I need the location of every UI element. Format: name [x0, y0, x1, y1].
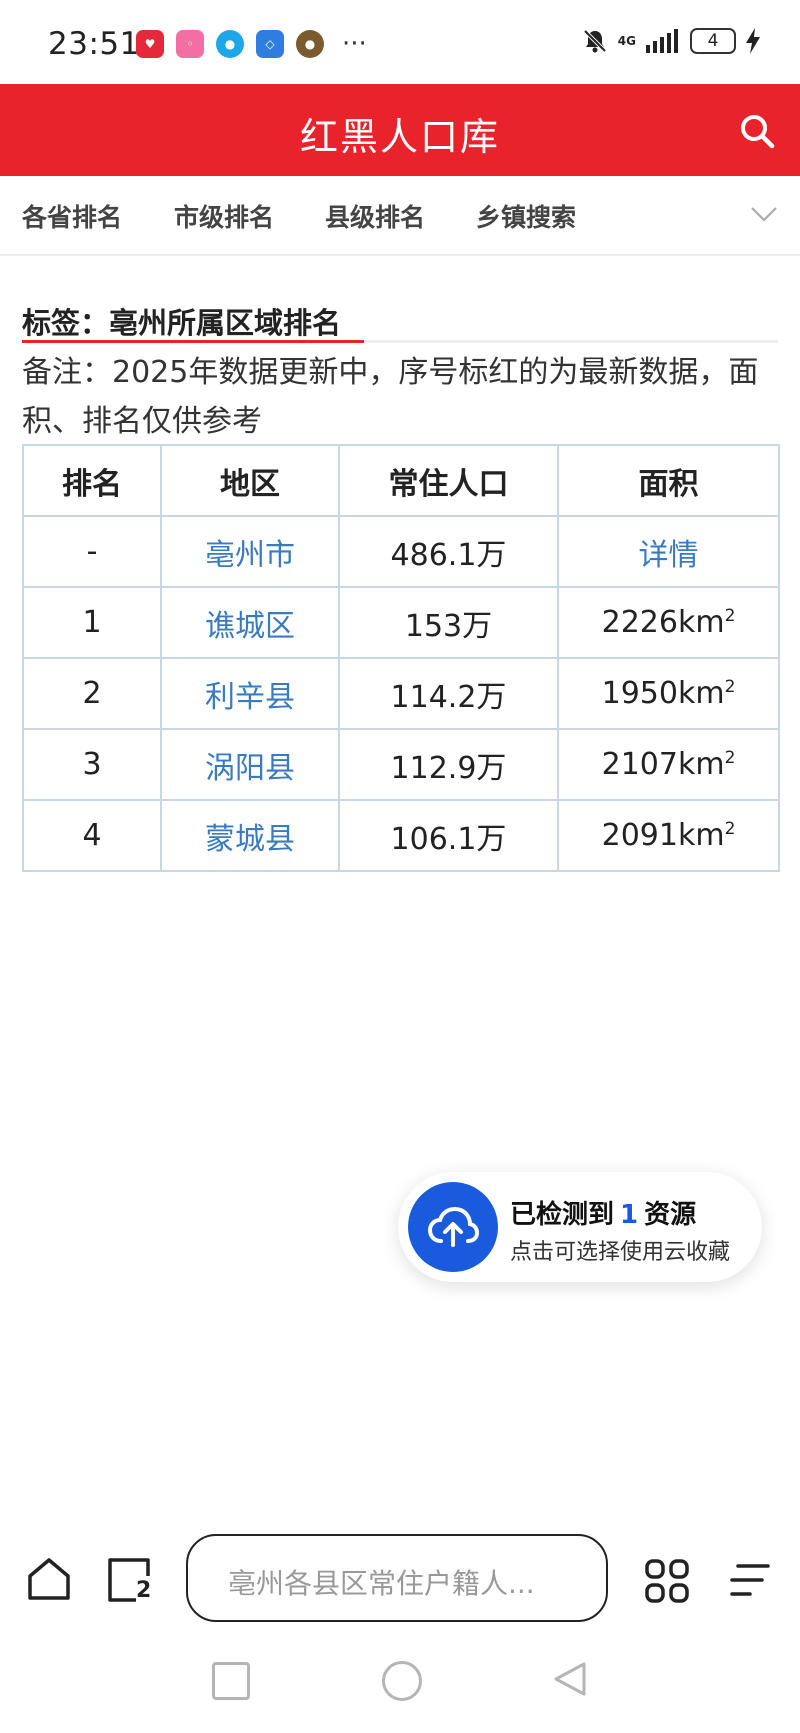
region-link[interactable]: 谯城区	[160, 586, 340, 659]
note-text: 备注：2025年数据更新中，序号标红的为最新数据，面积、排名仅供参考	[22, 355, 759, 439]
battery-indicator: 4	[690, 28, 736, 54]
more-notifications-icon: ···	[342, 29, 367, 59]
cell-population: 112.9万	[338, 728, 559, 801]
cell-population: 153万	[338, 586, 559, 659]
cell-rank: 2	[22, 657, 162, 730]
network-type: 4G	[617, 34, 636, 48]
cell-area: 1950km2	[557, 657, 780, 730]
cell-area: 2226km2	[557, 586, 780, 659]
tab-town-search[interactable]: 乡镇搜索	[476, 198, 576, 234]
recent-apps-icon[interactable]	[212, 1662, 250, 1700]
home-icon[interactable]	[26, 1556, 72, 1602]
region-link[interactable]: 蒙城县	[160, 799, 340, 872]
cell-rank: 1	[22, 586, 162, 659]
cell-area: 2091km2	[557, 799, 780, 872]
cloud-resource-banner[interactable]: 已检测到 1 资源 点击可选择使用云收藏	[398, 1172, 762, 1282]
banner-subtitle: 点击可选择使用云收藏	[510, 1240, 731, 1265]
banner-title: 已检测到 1 资源	[510, 1200, 697, 1230]
chevron-down-icon[interactable]	[750, 204, 778, 224]
tag-divider	[364, 340, 778, 343]
tabs-count: 2	[136, 1578, 152, 1603]
cell-population: 486.1万	[338, 515, 559, 588]
region-link[interactable]: 利辛县	[160, 657, 340, 730]
tab-county-rank[interactable]: 县级排名	[325, 198, 425, 234]
table-header-row: 排名 地区 常住人口 面积	[22, 444, 780, 517]
table-row: 1 谯城区 153万 2226km2	[22, 586, 780, 659]
mute-bell-icon	[583, 29, 607, 53]
cell-rank: -	[22, 515, 162, 588]
table-row: 2 利辛县 114.2万 1950km2	[22, 657, 780, 730]
column-header-area: 面积	[557, 444, 780, 517]
browser-bottom-bar: 2 亳州各县区常住户籍人...	[0, 1520, 800, 1640]
tab-city-rank[interactable]: 市级排名	[174, 198, 274, 234]
tag-underline	[22, 340, 364, 343]
system-navigation-bar	[0, 1648, 800, 1733]
column-header-region: 地区	[160, 444, 340, 517]
ranking-table: 排名 地区 常住人口 面积 - 亳州市 486.1万 详情 1 谯城区 153万…	[22, 444, 780, 872]
cloud-upload-icon	[408, 1182, 498, 1272]
app-notification-icon: ♥	[136, 30, 164, 58]
column-header-rank: 排名	[22, 444, 162, 517]
app-notification-icon: ●	[216, 30, 244, 58]
cell-population: 114.2万	[338, 657, 559, 730]
app-header: 红黑人口库	[0, 84, 800, 176]
category-tabs: 各省排名 市级排名 县级排名 乡镇搜索	[0, 176, 800, 256]
app-notification-icon: ◇	[256, 30, 284, 58]
signal-icon	[646, 29, 678, 53]
charging-icon	[746, 28, 760, 54]
table-row: 3 涡阳县 112.9万 2107km2	[22, 728, 780, 801]
cell-rank: 4	[22, 799, 162, 872]
grid-apps-icon[interactable]	[644, 1558, 690, 1604]
status-indicators: 4G 4	[582, 28, 760, 54]
column-header-population: 常住人口	[338, 444, 559, 517]
search-icon[interactable]	[738, 112, 776, 150]
region-link[interactable]: 亳州市	[160, 515, 340, 588]
status-time: 23:51	[48, 26, 140, 62]
back-icon[interactable]	[552, 1660, 588, 1698]
page-title: 红黑人口库	[299, 115, 500, 159]
details-link[interactable]: 详情	[557, 515, 780, 588]
status-bar: 23:51 ♥ ◦ ● ◇ ● ··· 4G 4	[0, 0, 800, 84]
address-bar[interactable]: 亳州各县区常住户籍人...	[186, 1534, 608, 1622]
cell-rank: 3	[22, 728, 162, 801]
tab-province-rank[interactable]: 各省排名	[22, 198, 122, 234]
app-notification-icon: ●	[296, 30, 324, 58]
menu-icon[interactable]	[728, 1560, 772, 1600]
home-nav-icon[interactable]	[382, 1661, 422, 1701]
table-row: - 亳州市 486.1万 详情	[22, 515, 780, 588]
status-app-icons: ♥ ◦ ● ◇ ● ···	[136, 30, 367, 58]
cell-population: 106.1万	[338, 799, 559, 872]
cell-area: 2107km2	[557, 728, 780, 801]
address-text: 亳州各县区常住户籍人...	[228, 1567, 535, 1600]
section-tag-title: 标签：亳州所属区域排名	[22, 306, 342, 340]
table-row: 4 蒙城县 106.1万 2091km2	[22, 799, 780, 872]
app-notification-icon: ◦	[176, 30, 204, 58]
region-link[interactable]: 涡阳县	[160, 728, 340, 801]
